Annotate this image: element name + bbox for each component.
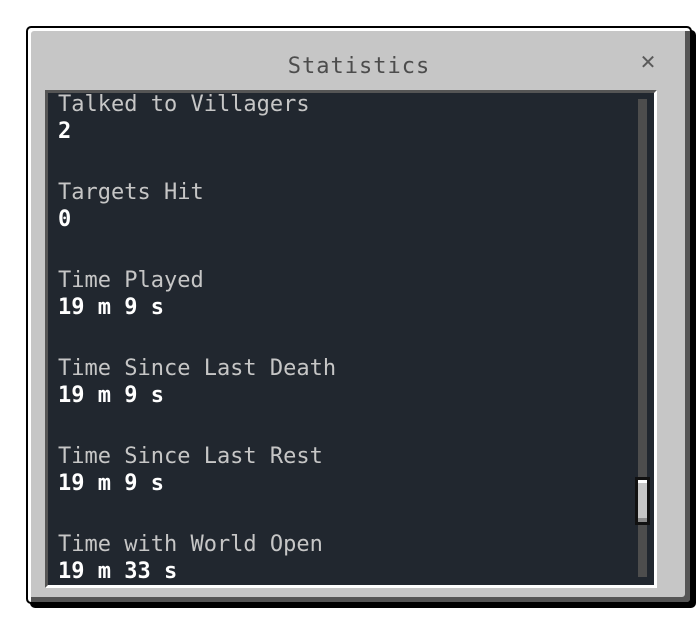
stat-value: 19 m 9 s (58, 383, 164, 408)
stats-list: Talked to Villagers 2 Targets Hit 0 Time… (58, 92, 628, 585)
stat-label: Time Since Last Death (58, 356, 337, 381)
stat-value: 19 m 9 s (58, 471, 164, 496)
stat-item-talked-to-villagers: Talked to Villagers 2 (58, 92, 628, 180)
stat-label: Time Played (58, 268, 204, 293)
stat-value: 0 (58, 207, 72, 232)
stat-item-time-since-last-rest: Time Since Last Rest 19 m 9 s (58, 444, 628, 532)
stat-item-targets-hit: Targets Hit 0 (58, 180, 628, 268)
stat-value: 19 m 33 s (58, 559, 178, 584)
stat-value: 2 (58, 119, 72, 144)
stat-label: Targets Hit (58, 180, 204, 205)
stat-item-time-played: Time Played 19 m 9 s (58, 268, 628, 356)
stat-label: Talked to Villagers (58, 92, 310, 117)
dialog-title: Statistics (287, 54, 431, 79)
stats-list-panel[interactable]: Talked to Villagers 2 Targets Hit 0 Time… (45, 90, 657, 588)
close-button[interactable]: ✕ (636, 50, 660, 74)
stat-item-time-with-world-open: Time with World Open 19 m 33 s (58, 532, 628, 585)
scrollbar-thumb[interactable] (635, 477, 650, 525)
stat-label: Time Since Last Rest (58, 444, 323, 469)
close-icon: ✕ (639, 50, 657, 74)
statistics-dialog: Statistics ✕ Talked to Villagers 2 Targe… (26, 26, 692, 604)
stat-item-time-since-last-death: Time Since Last Death 19 m 9 s (58, 356, 628, 444)
stat-label: Time with World Open (58, 532, 323, 557)
stat-value: 19 m 9 s (58, 295, 164, 320)
scrollbar-track[interactable] (635, 99, 650, 577)
